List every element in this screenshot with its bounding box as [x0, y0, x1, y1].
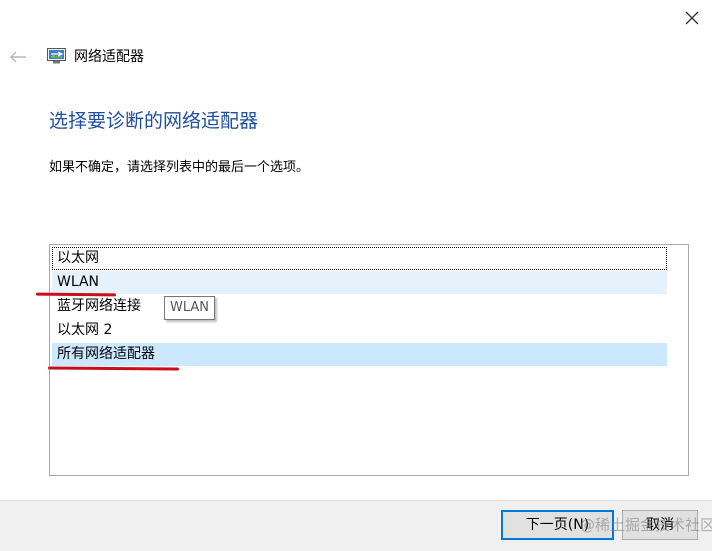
list-item-wlan[interactable]: WLAN [52, 271, 667, 294]
cancel-button[interactable]: 取消 [622, 510, 698, 540]
list-item-all-adapters[interactable]: 所有网络适配器 [52, 343, 667, 366]
list-item-ethernet-2[interactable]: 以太网 2 [52, 319, 667, 342]
page-heading: 选择要诊断的网络适配器 [49, 110, 259, 132]
next-button[interactable]: 下一页(N) [501, 510, 614, 540]
instruction-text: 如果不确定，请选择列表中的最后一个选项。 [49, 160, 310, 175]
close-button[interactable] [672, 0, 712, 36]
list-item-ethernet[interactable]: 以太网 [52, 247, 667, 270]
network-adapter-icon [47, 48, 66, 64]
annotation-underline-wlan [35, 292, 117, 297]
list-item-bluetooth[interactable]: 蓝牙网络连接 [52, 295, 667, 318]
back-button[interactable] [6, 46, 30, 68]
back-arrow-icon [10, 51, 26, 63]
window-title: 网络适配器 [74, 49, 144, 65]
tooltip: WLAN [164, 296, 216, 320]
adapter-listbox[interactable]: 以太网 WLAN 蓝牙网络连接 以太网 2 所有网络适配器 [49, 244, 689, 476]
close-icon [685, 11, 699, 25]
